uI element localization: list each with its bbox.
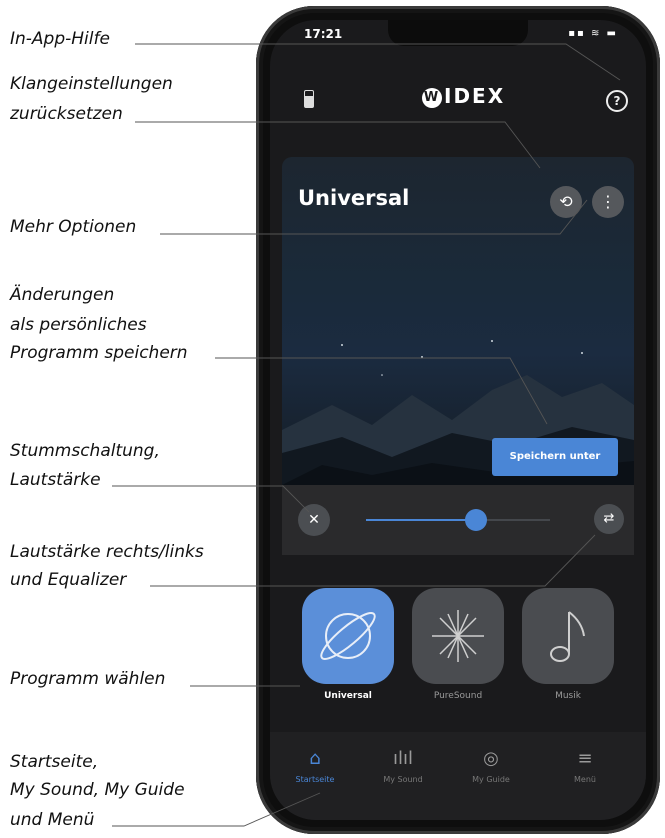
callout-leader-lines: [112, 43, 621, 827]
